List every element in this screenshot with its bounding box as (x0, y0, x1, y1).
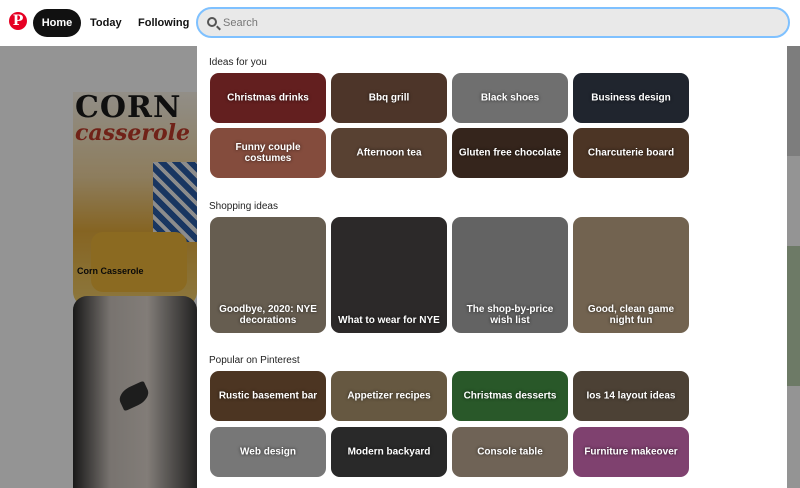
popular-tile-label: Rustic basement bar (218, 390, 318, 402)
idea-tile-label: Christmas drinks (227, 92, 309, 104)
popular-tile[interactable]: Ios 14 layout ideas (573, 371, 689, 421)
popular-tile-label: Appetizer recipes (347, 390, 431, 402)
popular-tile-label: Christmas desserts (463, 390, 557, 402)
idea-tile-label: Afternoon tea (356, 147, 422, 159)
popular-tile[interactable]: Modern backyard (331, 427, 447, 477)
shopping-tile[interactable]: The shop-by-price wish list (452, 217, 568, 333)
idea-tile[interactable]: Afternoon tea (331, 128, 447, 178)
shopping-tile-label: Goodbye, 2020: NYE decorations (219, 304, 317, 326)
shopping-tile[interactable]: Good, clean game night fun (573, 217, 689, 333)
shopping-tile-label: What to wear for NYE (338, 315, 440, 326)
idea-tile-label: Business design (591, 92, 671, 104)
idea-tile-label: Bbq grill (368, 92, 410, 104)
idea-tile-label: Charcuterie board (587, 147, 675, 159)
search-input[interactable]: Search (196, 7, 790, 38)
section-title-ideas: Ideas for you (209, 57, 267, 68)
popular-tile[interactable]: Console table (452, 427, 568, 477)
nav-home-button[interactable]: Home (33, 9, 81, 37)
search-suggestions-panel: Ideas for you Christmas drinks Bbq grill… (197, 46, 787, 488)
idea-tile-label: Funny couple costumes (235, 142, 301, 164)
top-nav: P Home Today Following Search (0, 0, 800, 46)
popular-tile[interactable]: Appetizer recipes (331, 371, 447, 421)
idea-tile[interactable]: Christmas drinks (210, 73, 326, 123)
idea-tile-label: Gluten free chocolate (458, 147, 562, 159)
idea-tile[interactable]: Business design (573, 73, 689, 123)
idea-tile[interactable]: Bbq grill (331, 73, 447, 123)
popular-tile[interactable]: Rustic basement bar (210, 371, 326, 421)
popular-tile-label: Web design (240, 446, 296, 458)
idea-tile[interactable]: Black shoes (452, 73, 568, 123)
popular-tile-label: Modern backyard (347, 446, 431, 458)
nav-today-link[interactable]: Today (90, 9, 122, 37)
shopping-tile[interactable]: What to wear for NYE (331, 217, 447, 333)
section-title-shopping: Shopping ideas (209, 201, 278, 212)
idea-tile[interactable]: Charcuterie board (573, 128, 689, 178)
popular-tile[interactable]: Furniture makeover (573, 427, 689, 477)
idea-tile[interactable]: Gluten free chocolate (452, 128, 568, 178)
shopping-tile[interactable]: Goodbye, 2020: NYE decorations (210, 217, 326, 333)
search-icon (207, 17, 217, 27)
popular-tile[interactable]: Web design (210, 427, 326, 477)
popular-tile-label: Ios 14 layout ideas (586, 390, 676, 402)
section-title-popular: Popular on Pinterest (209, 355, 300, 366)
search-placeholder: Search (223, 17, 258, 29)
idea-tile-label: Black shoes (480, 92, 540, 104)
shopping-tile-label: Good, clean game night fun (587, 304, 675, 326)
shopping-tile-label: The shop-by-price wish list (466, 304, 554, 326)
popular-tile-label: Furniture makeover (584, 446, 678, 458)
pinterest-logo-icon[interactable]: P (9, 12, 27, 30)
popular-tile-label: Console table (477, 446, 543, 458)
idea-tile[interactable]: Funny couple costumes (210, 128, 326, 178)
popular-tile[interactable]: Christmas desserts (452, 371, 568, 421)
nav-following-link[interactable]: Following (138, 9, 189, 37)
